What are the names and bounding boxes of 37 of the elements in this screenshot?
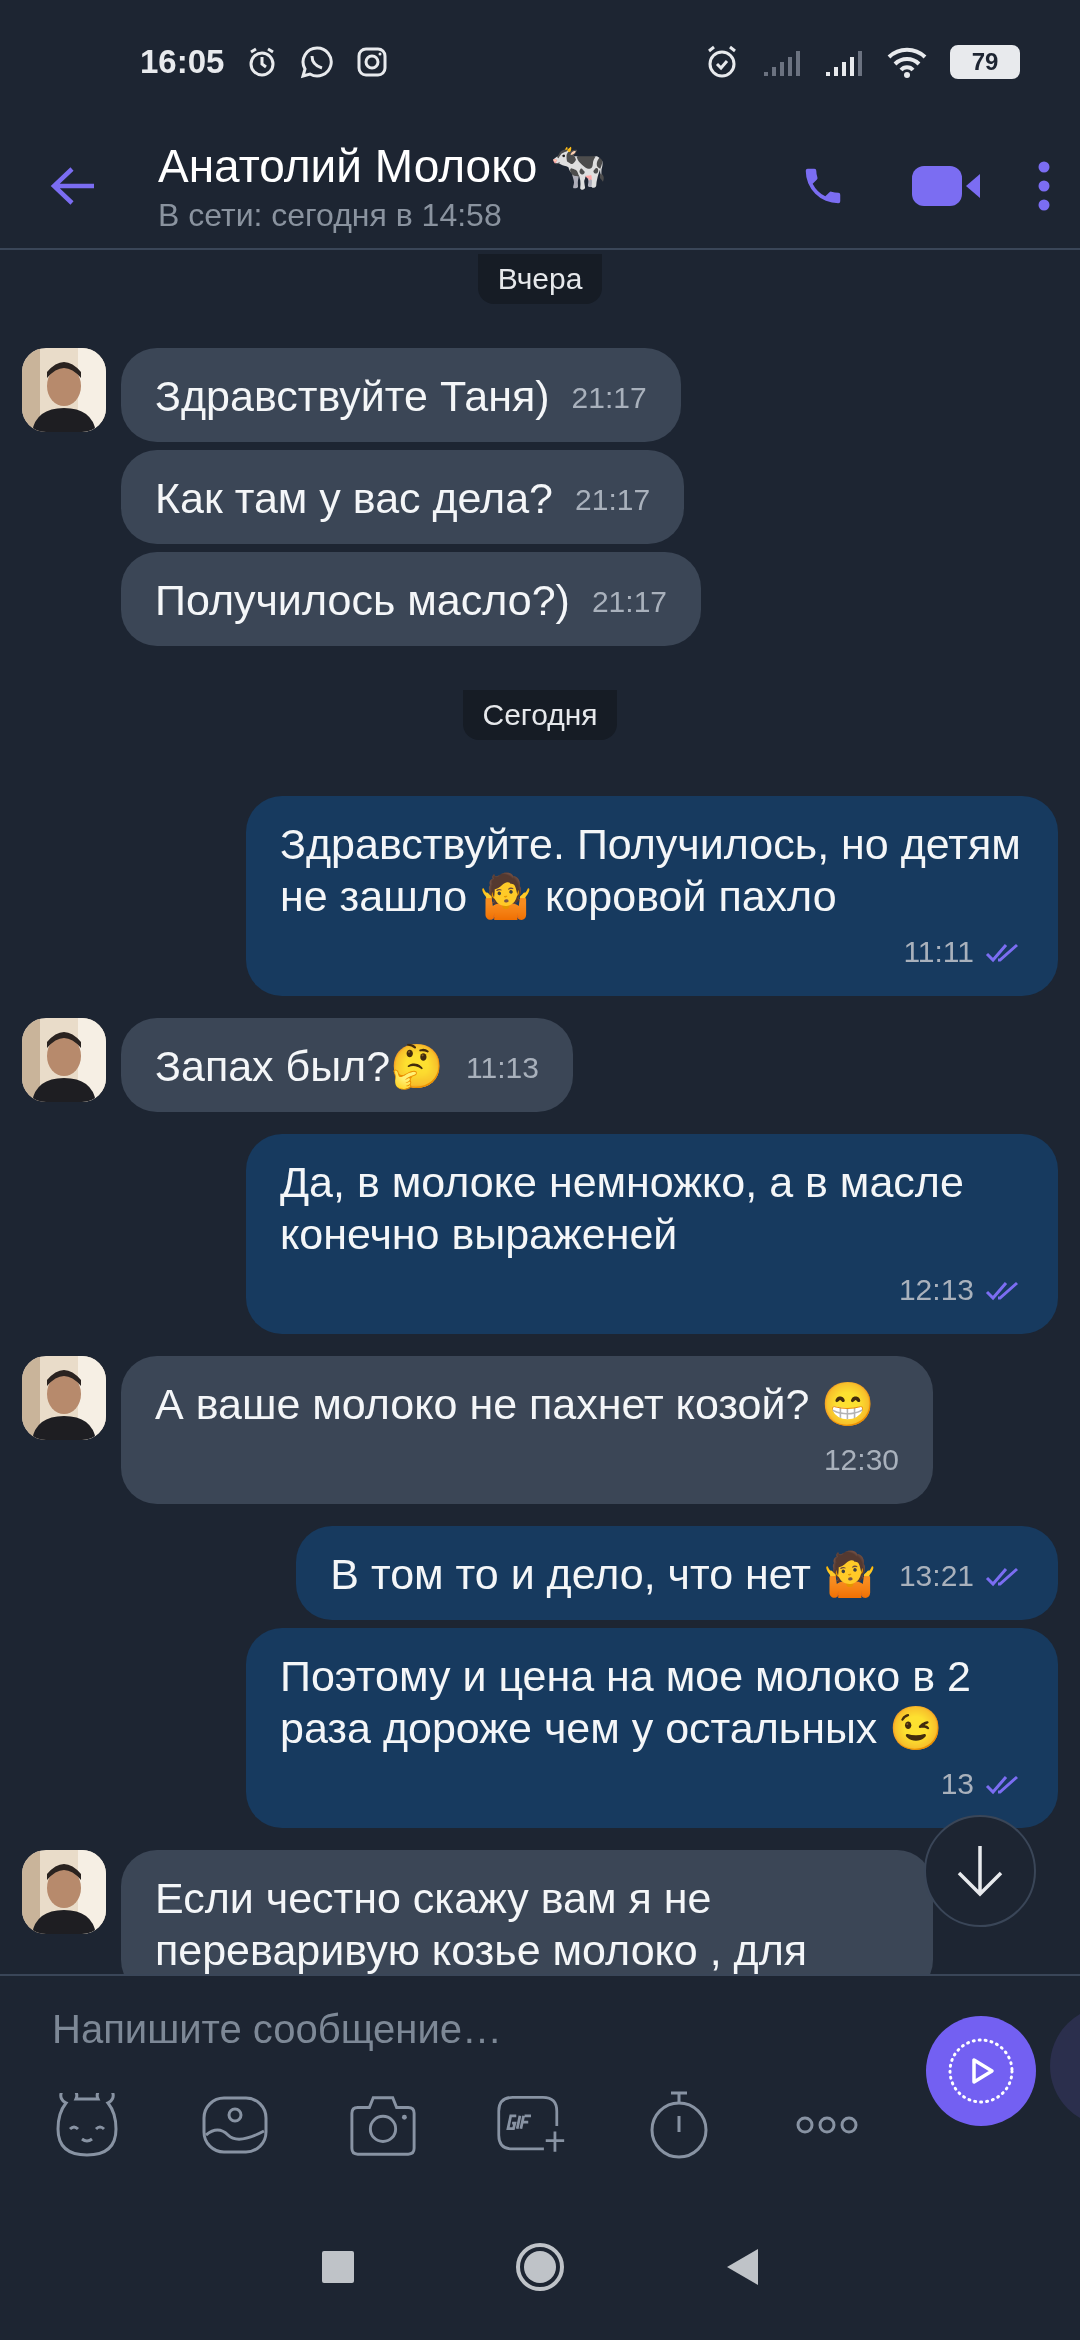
message-text: Здравствуйте Таня) <box>155 371 550 422</box>
message-input-field[interactable]: Напишите сообщение… <box>52 1994 912 2064</box>
message-time: 13:21 <box>898 1559 974 1593</box>
date-separator: Вчера <box>477 254 603 304</box>
message-text: Как там у вас дела? <box>155 473 554 524</box>
message-time: 21:17 <box>591 585 667 619</box>
message-time: 11:11 <box>903 935 974 969</box>
message-time: 12:30 <box>823 1443 899 1477</box>
message-text: Получилось масло?) <box>155 575 570 626</box>
message-text: Поэтому и цена на мое молоко в 2 раза дороже чем у остальных 😉 <box>280 1651 972 1754</box>
chat-icon <box>300 45 335 79</box>
recent-apps-button[interactable] <box>321 2250 355 2284</box>
message-text: В том то и дело, что нет 🤷 <box>330 1549 877 1600</box>
message-time: 12:13 <box>898 1273 974 1307</box>
date-separator: Сегодня <box>462 690 618 740</box>
message-time: 21:17 <box>575 483 651 517</box>
contact-name: Анатолий Молоко 🐄 <box>158 138 609 193</box>
message-text: Запах был?🤔 <box>155 1041 445 1092</box>
play-icon <box>947 2037 1015 2105</box>
message-time: 11:13 <box>466 1051 539 1085</box>
back-button[interactable] <box>725 2248 759 2286</box>
more-options-icon[interactable] <box>1038 161 1050 211</box>
message-text: Да, в молоке немножко, а в масле конечно выраженей <box>280 1157 965 1260</box>
home-button[interactable] <box>515 2242 565 2292</box>
message-text: А ваше молоко не пахнет козой? 😁 <box>155 1379 876 1430</box>
message-text: Если честно скажу вам я не переваривую козье молоко , для <box>155 1873 809 1974</box>
message-time: 13 <box>940 1767 974 1801</box>
battery-indicator: 79 <box>950 45 1020 79</box>
message-time: 21:17 <box>571 381 647 415</box>
status-time: 16:05 <box>140 43 225 81</box>
message-text: Здравствуйте. Получилось, но детям не зашло 🤷 коровой пахло <box>280 819 1022 922</box>
arrow-down-icon <box>955 1844 1005 1898</box>
video-camera-icon[interactable] <box>912 164 982 208</box>
back-arrow-icon[interactable] <box>50 166 96 206</box>
wifi-icon <box>886 45 928 79</box>
camera-icon <box>356 46 389 78</box>
last-seen-status: В сети: сегодня в 14:58 <box>158 196 503 234</box>
